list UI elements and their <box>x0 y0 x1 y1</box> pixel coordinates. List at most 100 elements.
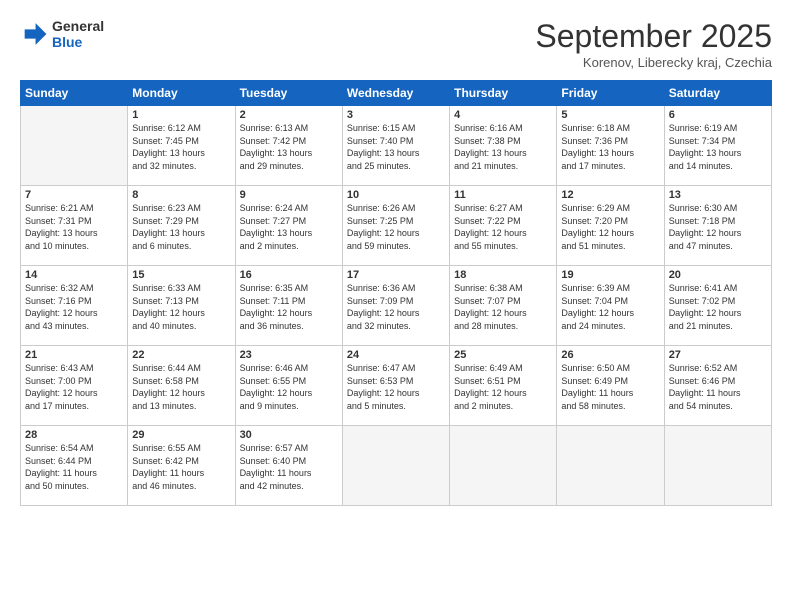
day-number: 12 <box>561 189 659 201</box>
day-info: Sunrise: 6:41 AM Sunset: 7:02 PM Dayligh… <box>669 282 767 332</box>
calendar-cell <box>664 426 771 506</box>
day-info: Sunrise: 6:52 AM Sunset: 6:46 PM Dayligh… <box>669 362 767 412</box>
calendar-cell: 16Sunrise: 6:35 AM Sunset: 7:11 PM Dayli… <box>235 266 342 346</box>
calendar-cell: 2Sunrise: 6:13 AM Sunset: 7:42 PM Daylig… <box>235 106 342 186</box>
day-number: 21 <box>25 349 123 361</box>
day-info: Sunrise: 6:46 AM Sunset: 6:55 PM Dayligh… <box>240 362 338 412</box>
calendar-cell: 4Sunrise: 6:16 AM Sunset: 7:38 PM Daylig… <box>450 106 557 186</box>
calendar-cell: 3Sunrise: 6:15 AM Sunset: 7:40 PM Daylig… <box>342 106 449 186</box>
day-info: Sunrise: 6:12 AM Sunset: 7:45 PM Dayligh… <box>132 122 230 172</box>
day-number: 30 <box>240 429 338 441</box>
day-info: Sunrise: 6:19 AM Sunset: 7:34 PM Dayligh… <box>669 122 767 172</box>
day-info: Sunrise: 6:47 AM Sunset: 6:53 PM Dayligh… <box>347 362 445 412</box>
calendar-cell <box>21 106 128 186</box>
logo-line2: Blue <box>52 34 104 50</box>
calendar-cell: 11Sunrise: 6:27 AM Sunset: 7:22 PM Dayli… <box>450 186 557 266</box>
day-number: 29 <box>132 429 230 441</box>
weekday-header: Tuesday <box>235 81 342 106</box>
calendar-cell: 10Sunrise: 6:26 AM Sunset: 7:25 PM Dayli… <box>342 186 449 266</box>
calendar-cell: 5Sunrise: 6:18 AM Sunset: 7:36 PM Daylig… <box>557 106 664 186</box>
day-info: Sunrise: 6:21 AM Sunset: 7:31 PM Dayligh… <box>25 202 123 252</box>
calendar-week-row: 14Sunrise: 6:32 AM Sunset: 7:16 PM Dayli… <box>21 266 772 346</box>
day-number: 16 <box>240 269 338 281</box>
day-number: 28 <box>25 429 123 441</box>
calendar-header: SundayMondayTuesdayWednesdayThursdayFrid… <box>21 81 772 106</box>
calendar-cell: 20Sunrise: 6:41 AM Sunset: 7:02 PM Dayli… <box>664 266 771 346</box>
calendar-cell: 12Sunrise: 6:29 AM Sunset: 7:20 PM Dayli… <box>557 186 664 266</box>
day-number: 25 <box>454 349 552 361</box>
day-number: 20 <box>669 269 767 281</box>
day-number: 9 <box>240 189 338 201</box>
day-info: Sunrise: 6:55 AM Sunset: 6:42 PM Dayligh… <box>132 442 230 492</box>
day-info: Sunrise: 6:27 AM Sunset: 7:22 PM Dayligh… <box>454 202 552 252</box>
day-info: Sunrise: 6:30 AM Sunset: 7:18 PM Dayligh… <box>669 202 767 252</box>
calendar-cell: 13Sunrise: 6:30 AM Sunset: 7:18 PM Dayli… <box>664 186 771 266</box>
calendar-cell: 28Sunrise: 6:54 AM Sunset: 6:44 PM Dayli… <box>21 426 128 506</box>
calendar-cell: 26Sunrise: 6:50 AM Sunset: 6:49 PM Dayli… <box>557 346 664 426</box>
weekday-header: Monday <box>128 81 235 106</box>
day-info: Sunrise: 6:13 AM Sunset: 7:42 PM Dayligh… <box>240 122 338 172</box>
day-number: 4 <box>454 109 552 121</box>
calendar-page: General Blue September 2025 Korenov, Lib… <box>0 0 792 612</box>
day-info: Sunrise: 6:54 AM Sunset: 6:44 PM Dayligh… <box>25 442 123 492</box>
calendar-cell: 9Sunrise: 6:24 AM Sunset: 7:27 PM Daylig… <box>235 186 342 266</box>
day-info: Sunrise: 6:18 AM Sunset: 7:36 PM Dayligh… <box>561 122 659 172</box>
calendar-cell: 29Sunrise: 6:55 AM Sunset: 6:42 PM Dayli… <box>128 426 235 506</box>
calendar-cell: 18Sunrise: 6:38 AM Sunset: 7:07 PM Dayli… <box>450 266 557 346</box>
calendar-cell: 21Sunrise: 6:43 AM Sunset: 7:00 PM Dayli… <box>21 346 128 426</box>
day-number: 26 <box>561 349 659 361</box>
calendar-cell <box>557 426 664 506</box>
location: Korenov, Liberecky kraj, Czechia <box>535 55 772 70</box>
weekday-header: Saturday <box>664 81 771 106</box>
day-number: 13 <box>669 189 767 201</box>
calendar-cell: 25Sunrise: 6:49 AM Sunset: 6:51 PM Dayli… <box>450 346 557 426</box>
day-info: Sunrise: 6:26 AM Sunset: 7:25 PM Dayligh… <box>347 202 445 252</box>
weekday-header: Friday <box>557 81 664 106</box>
day-info: Sunrise: 6:44 AM Sunset: 6:58 PM Dayligh… <box>132 362 230 412</box>
day-info: Sunrise: 6:35 AM Sunset: 7:11 PM Dayligh… <box>240 282 338 332</box>
month-title: September 2025 <box>535 18 772 55</box>
day-info: Sunrise: 6:36 AM Sunset: 7:09 PM Dayligh… <box>347 282 445 332</box>
day-info: Sunrise: 6:29 AM Sunset: 7:20 PM Dayligh… <box>561 202 659 252</box>
day-number: 5 <box>561 109 659 121</box>
calendar-cell <box>342 426 449 506</box>
calendar-cell: 30Sunrise: 6:57 AM Sunset: 6:40 PM Dayli… <box>235 426 342 506</box>
logo-text: General Blue <box>52 18 104 50</box>
calendar-week-row: 28Sunrise: 6:54 AM Sunset: 6:44 PM Dayli… <box>21 426 772 506</box>
day-info: Sunrise: 6:50 AM Sunset: 6:49 PM Dayligh… <box>561 362 659 412</box>
logo: General Blue <box>20 18 104 50</box>
day-info: Sunrise: 6:38 AM Sunset: 7:07 PM Dayligh… <box>454 282 552 332</box>
calendar-cell: 27Sunrise: 6:52 AM Sunset: 6:46 PM Dayli… <box>664 346 771 426</box>
day-number: 14 <box>25 269 123 281</box>
day-info: Sunrise: 6:49 AM Sunset: 6:51 PM Dayligh… <box>454 362 552 412</box>
day-info: Sunrise: 6:16 AM Sunset: 7:38 PM Dayligh… <box>454 122 552 172</box>
calendar-cell: 19Sunrise: 6:39 AM Sunset: 7:04 PM Dayli… <box>557 266 664 346</box>
day-number: 8 <box>132 189 230 201</box>
day-number: 1 <box>132 109 230 121</box>
day-number: 24 <box>347 349 445 361</box>
calendar-week-row: 1Sunrise: 6:12 AM Sunset: 7:45 PM Daylig… <box>21 106 772 186</box>
calendar-week-row: 21Sunrise: 6:43 AM Sunset: 7:00 PM Dayli… <box>21 346 772 426</box>
day-number: 2 <box>240 109 338 121</box>
calendar-cell: 24Sunrise: 6:47 AM Sunset: 6:53 PM Dayli… <box>342 346 449 426</box>
calendar-cell: 1Sunrise: 6:12 AM Sunset: 7:45 PM Daylig… <box>128 106 235 186</box>
calendar-cell: 6Sunrise: 6:19 AM Sunset: 7:34 PM Daylig… <box>664 106 771 186</box>
day-number: 19 <box>561 269 659 281</box>
day-info: Sunrise: 6:57 AM Sunset: 6:40 PM Dayligh… <box>240 442 338 492</box>
day-number: 11 <box>454 189 552 201</box>
header: General Blue September 2025 Korenov, Lib… <box>20 18 772 70</box>
title-area: September 2025 Korenov, Liberecky kraj, … <box>535 18 772 70</box>
day-info: Sunrise: 6:32 AM Sunset: 7:16 PM Dayligh… <box>25 282 123 332</box>
day-info: Sunrise: 6:23 AM Sunset: 7:29 PM Dayligh… <box>132 202 230 252</box>
day-info: Sunrise: 6:15 AM Sunset: 7:40 PM Dayligh… <box>347 122 445 172</box>
calendar-cell: 8Sunrise: 6:23 AM Sunset: 7:29 PM Daylig… <box>128 186 235 266</box>
day-number: 27 <box>669 349 767 361</box>
day-number: 6 <box>669 109 767 121</box>
calendar-body: 1Sunrise: 6:12 AM Sunset: 7:45 PM Daylig… <box>21 106 772 506</box>
calendar-cell: 14Sunrise: 6:32 AM Sunset: 7:16 PM Dayli… <box>21 266 128 346</box>
day-info: Sunrise: 6:39 AM Sunset: 7:04 PM Dayligh… <box>561 282 659 332</box>
calendar-week-row: 7Sunrise: 6:21 AM Sunset: 7:31 PM Daylig… <box>21 186 772 266</box>
day-number: 3 <box>347 109 445 121</box>
calendar-cell: 17Sunrise: 6:36 AM Sunset: 7:09 PM Dayli… <box>342 266 449 346</box>
logo-icon <box>20 20 48 48</box>
